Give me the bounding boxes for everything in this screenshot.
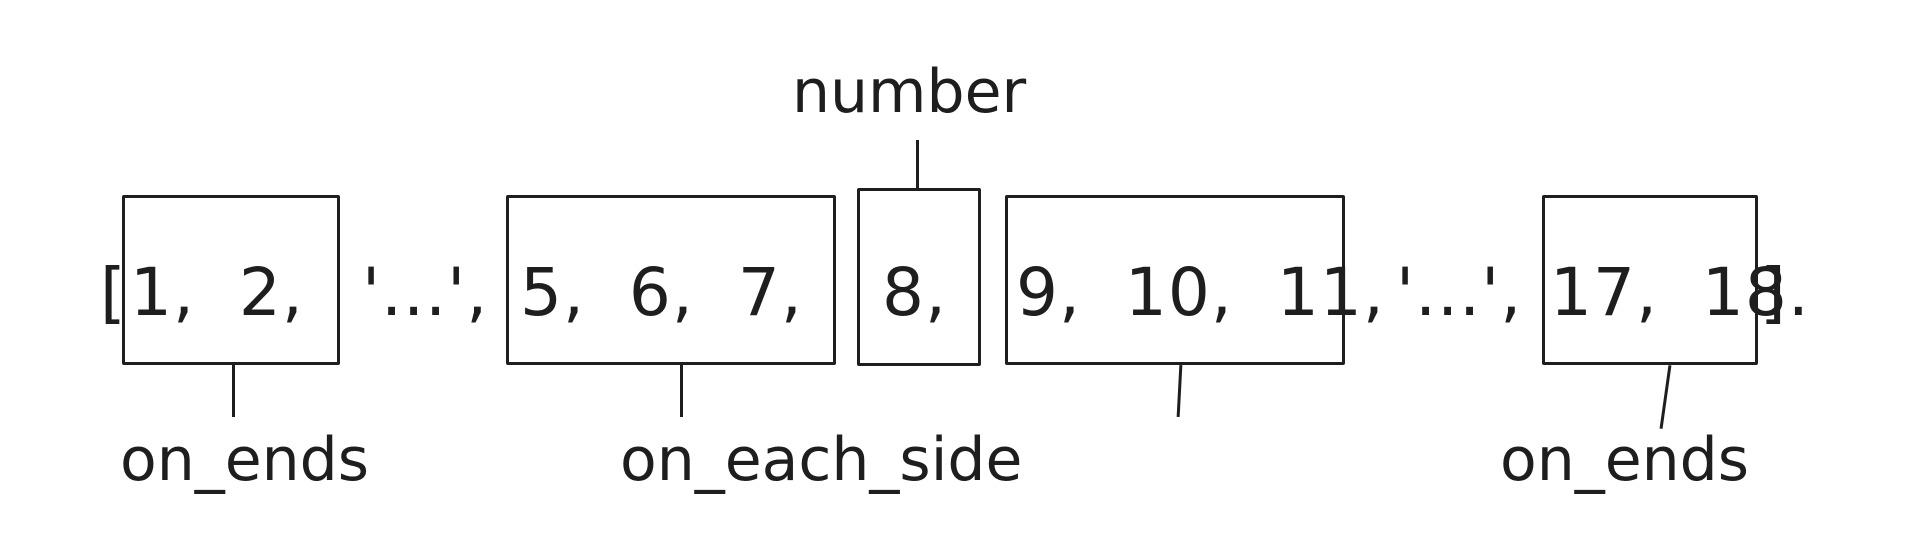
right-ellipsis: '...', xyxy=(1396,254,1523,331)
left-ends-connector xyxy=(232,365,235,417)
left-ends-label: on_ends xyxy=(120,425,370,495)
number-value: 8, xyxy=(882,254,947,331)
left-each-side-values: 5, 6, 7, xyxy=(520,254,803,331)
left-each-side-connector xyxy=(680,365,683,417)
right-ends-label: on_ends xyxy=(1500,425,1750,495)
right-each-side-values: 9, 10, 11, xyxy=(1016,254,1385,331)
left-ellipsis: '...', xyxy=(362,254,489,331)
right-each-side-connector xyxy=(1176,364,1183,418)
number-label: number xyxy=(792,57,1027,127)
left-ends-values: 1, 2, xyxy=(130,254,304,331)
close-bracket: ] xyxy=(1760,254,1787,331)
open-bracket: [ xyxy=(100,254,127,331)
right-ends-connector xyxy=(1659,365,1672,429)
sequence-row: [ 1, 2, '...', 5, 6, 7, 8, 9, 10, 11, '.… xyxy=(100,238,1820,348)
diagram-canvas: [ 1, 2, '...', 5, 6, 7, 8, 9, 10, 11, '.… xyxy=(0,0,1920,560)
on-each-side-label: on_each_side xyxy=(620,425,1023,495)
number-connector xyxy=(916,140,919,188)
